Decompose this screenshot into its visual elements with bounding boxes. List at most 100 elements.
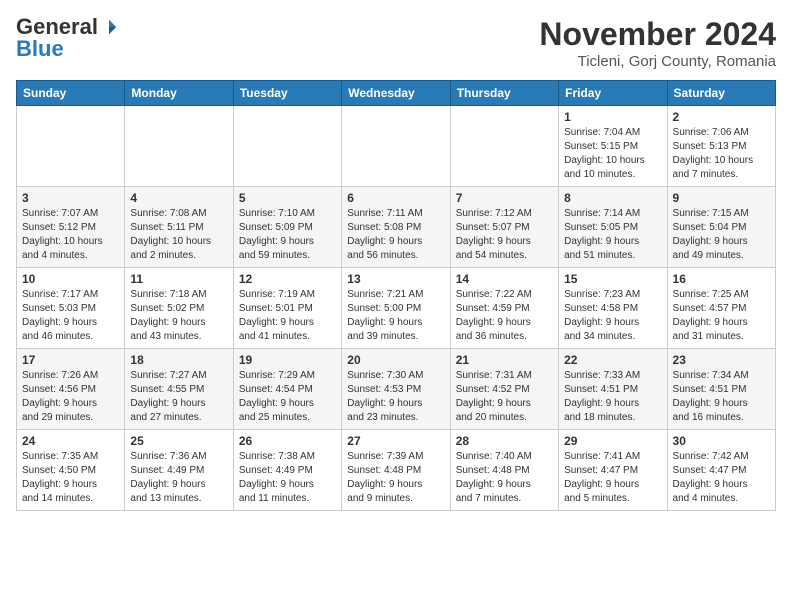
calendar-day-cell: 21 Sunrise: 7:31 AMSunset: 4:52 PMDayligh… <box>450 349 558 430</box>
day-number: 25 <box>130 434 227 448</box>
day-number: 10 <box>22 272 119 286</box>
day-info: Sunrise: 7:11 AMSunset: 5:08 PMDaylight:… <box>347 207 444 263</box>
calendar-day-cell: 11 Sunrise: 7:18 AMSunset: 5:02 PMDayligh… <box>125 268 233 349</box>
day-info: Sunrise: 7:17 AMSunset: 5:03 PMDaylight:… <box>22 288 119 344</box>
day-number: 21 <box>456 353 553 367</box>
day-info: Sunrise: 7:33 AMSunset: 4:51 PMDaylight:… <box>564 369 661 425</box>
day-info: Sunrise: 7:40 AMSunset: 4:48 PMDaylight:… <box>456 450 553 506</box>
day-info: Sunrise: 7:25 AMSunset: 4:57 PMDaylight:… <box>673 288 770 344</box>
weekday-header: Sunday <box>17 81 125 106</box>
calendar-day-cell: 29 Sunrise: 7:41 AMSunset: 4:47 PMDayligh… <box>559 430 667 511</box>
day-info: Sunrise: 7:04 AMSunset: 5:15 PMDaylight:… <box>564 126 661 182</box>
day-number: 19 <box>239 353 336 367</box>
day-number: 16 <box>673 272 770 286</box>
day-info: Sunrise: 7:07 AMSunset: 5:12 PMDaylight:… <box>22 207 119 263</box>
calendar-day-cell: 2 Sunrise: 7:06 AMSunset: 5:13 PMDaylight… <box>667 106 775 187</box>
calendar-day-cell: 16 Sunrise: 7:25 AMSunset: 4:57 PMDayligh… <box>667 268 775 349</box>
logo-general-text: General <box>16 16 98 38</box>
day-info: Sunrise: 7:21 AMSunset: 5:00 PMDaylight:… <box>347 288 444 344</box>
calendar-day-cell: 24 Sunrise: 7:35 AMSunset: 4:50 PMDayligh… <box>17 430 125 511</box>
calendar-day-cell: 22 Sunrise: 7:33 AMSunset: 4:51 PMDayligh… <box>559 349 667 430</box>
calendar-week-row: 3 Sunrise: 7:07 AMSunset: 5:12 PMDaylight… <box>17 187 776 268</box>
day-info: Sunrise: 7:42 AMSunset: 4:47 PMDaylight:… <box>673 450 770 506</box>
day-info: Sunrise: 7:41 AMSunset: 4:47 PMDaylight:… <box>564 450 661 506</box>
day-number: 23 <box>673 353 770 367</box>
day-number: 13 <box>347 272 444 286</box>
day-number: 14 <box>456 272 553 286</box>
calendar-day-cell: 14 Sunrise: 7:22 AMSunset: 4:59 PMDayligh… <box>450 268 558 349</box>
day-number: 9 <box>673 191 770 205</box>
calendar-week-row: 10 Sunrise: 7:17 AMSunset: 5:03 PMDayligh… <box>17 268 776 349</box>
day-number: 12 <box>239 272 336 286</box>
title-block: November 2024 Ticleni, Gorj County, Roma… <box>539 16 776 70</box>
day-info: Sunrise: 7:23 AMSunset: 4:58 PMDaylight:… <box>564 288 661 344</box>
calendar-day-cell: 20 Sunrise: 7:30 AMSunset: 4:53 PMDayligh… <box>342 349 450 430</box>
calendar-day-cell <box>233 106 341 187</box>
calendar-day-cell: 23 Sunrise: 7:34 AMSunset: 4:51 PMDayligh… <box>667 349 775 430</box>
day-number: 20 <box>347 353 444 367</box>
day-info: Sunrise: 7:39 AMSunset: 4:48 PMDaylight:… <box>347 450 444 506</box>
calendar-day-cell: 30 Sunrise: 7:42 AMSunset: 4:47 PMDayligh… <box>667 430 775 511</box>
calendar-header-row: SundayMondayTuesdayWednesdayThursdayFrid… <box>17 81 776 106</box>
day-number: 30 <box>673 434 770 448</box>
day-number: 26 <box>239 434 336 448</box>
calendar-day-cell: 8 Sunrise: 7:14 AMSunset: 5:05 PMDaylight… <box>559 187 667 268</box>
day-number: 2 <box>673 110 770 124</box>
calendar-day-cell: 10 Sunrise: 7:17 AMSunset: 5:03 PMDayligh… <box>17 268 125 349</box>
calendar-day-cell: 9Sunrise: 7:15 AMSunset: 5:04 PMDaylight… <box>667 187 775 268</box>
day-number: 24 <box>22 434 119 448</box>
calendar-day-cell: 19Sunrise: 7:29 AMSunset: 4:54 PMDayligh… <box>233 349 341 430</box>
calendar-day-cell: 15 Sunrise: 7:23 AMSunset: 4:58 PMDayligh… <box>559 268 667 349</box>
calendar-day-cell: 27 Sunrise: 7:39 AMSunset: 4:48 PMDayligh… <box>342 430 450 511</box>
day-info: Sunrise: 7:06 AMSunset: 5:13 PMDaylight:… <box>673 126 770 182</box>
day-number: 27 <box>347 434 444 448</box>
day-number: 8 <box>564 191 661 205</box>
calendar-day-cell: 3 Sunrise: 7:07 AMSunset: 5:12 PMDaylight… <box>17 187 125 268</box>
day-info: Sunrise: 7:12 AMSunset: 5:07 PMDaylight:… <box>456 207 553 263</box>
day-info: Sunrise: 7:18 AMSunset: 5:02 PMDaylight:… <box>130 288 227 344</box>
day-info: Sunrise: 7:14 AMSunset: 5:05 PMDaylight:… <box>564 207 661 263</box>
day-number: 17 <box>22 353 119 367</box>
calendar-week-row: 1Sunrise: 7:04 AMSunset: 5:15 PMDaylight… <box>17 106 776 187</box>
day-info: Sunrise: 7:19 AMSunset: 5:01 PMDaylight:… <box>239 288 336 344</box>
day-info: Sunrise: 7:27 AMSunset: 4:55 PMDaylight:… <box>130 369 227 425</box>
calendar-day-cell <box>17 106 125 187</box>
day-info: Sunrise: 7:30 AMSunset: 4:53 PMDaylight:… <box>347 369 444 425</box>
day-info: Sunrise: 7:22 AMSunset: 4:59 PMDaylight:… <box>456 288 553 344</box>
page-header: General Blue November 2024 Ticleni, Gorj… <box>16 16 776 70</box>
location-subtitle: Ticleni, Gorj County, Romania <box>539 53 776 70</box>
calendar-day-cell: 28 Sunrise: 7:40 AMSunset: 4:48 PMDayligh… <box>450 430 558 511</box>
day-number: 3 <box>22 191 119 205</box>
weekday-header: Wednesday <box>342 81 450 106</box>
weekday-header: Saturday <box>667 81 775 106</box>
day-info: Sunrise: 7:35 AMSunset: 4:50 PMDaylight:… <box>22 450 119 506</box>
day-number: 29 <box>564 434 661 448</box>
day-number: 22 <box>564 353 661 367</box>
day-number: 18 <box>130 353 227 367</box>
day-number: 11 <box>130 272 227 286</box>
month-year-title: November 2024 <box>539 16 776 53</box>
calendar-day-cell <box>450 106 558 187</box>
calendar-day-cell: 4 Sunrise: 7:08 AMSunset: 5:11 PMDaylight… <box>125 187 233 268</box>
weekday-header: Friday <box>559 81 667 106</box>
calendar-day-cell: 18 Sunrise: 7:27 AMSunset: 4:55 PMDayligh… <box>125 349 233 430</box>
weekday-header: Tuesday <box>233 81 341 106</box>
calendar-week-row: 17Sunrise: 7:26 AMSunset: 4:56 PMDayligh… <box>17 349 776 430</box>
calendar-day-cell: 12 Sunrise: 7:19 AMSunset: 5:01 PMDayligh… <box>233 268 341 349</box>
day-number: 4 <box>130 191 227 205</box>
weekday-header: Monday <box>125 81 233 106</box>
weekday-header: Thursday <box>450 81 558 106</box>
calendar-day-cell: 25Sunrise: 7:36 AMSunset: 4:49 PMDayligh… <box>125 430 233 511</box>
calendar-day-cell: 5Sunrise: 7:10 AMSunset: 5:09 PMDaylight… <box>233 187 341 268</box>
day-number: 15 <box>564 272 661 286</box>
day-info: Sunrise: 7:34 AMSunset: 4:51 PMDaylight:… <box>673 369 770 425</box>
logo-blue-text: Blue <box>16 36 64 61</box>
day-number: 28 <box>456 434 553 448</box>
logo: General Blue <box>16 16 118 62</box>
day-number: 6 <box>347 191 444 205</box>
calendar-day-cell <box>125 106 233 187</box>
day-number: 5 <box>239 191 336 205</box>
day-info: Sunrise: 7:08 AMSunset: 5:11 PMDaylight:… <box>130 207 227 263</box>
day-number: 7 <box>456 191 553 205</box>
day-info: Sunrise: 7:31 AMSunset: 4:52 PMDaylight:… <box>456 369 553 425</box>
